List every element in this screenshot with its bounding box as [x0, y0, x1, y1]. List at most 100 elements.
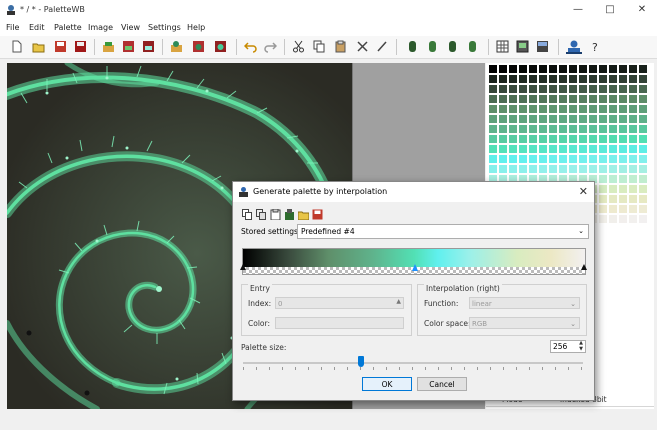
- palette-swatch[interactable]: [529, 155, 537, 163]
- palette-swatch[interactable]: [539, 145, 547, 153]
- palette-swatch[interactable]: [499, 125, 507, 133]
- palette-swatch[interactable]: [639, 115, 647, 123]
- palette-swatch[interactable]: [599, 165, 607, 173]
- palette-swatch[interactable]: [619, 95, 627, 103]
- palette-swatch[interactable]: [629, 215, 637, 223]
- palette-swatch[interactable]: [549, 145, 557, 153]
- palette-swatch[interactable]: [599, 105, 607, 113]
- palette-swatch[interactable]: [489, 115, 497, 123]
- palette-swatch[interactable]: [589, 135, 597, 143]
- palette-swatch[interactable]: [559, 65, 567, 73]
- open-icon[interactable]: [32, 40, 45, 53]
- paste-icon[interactable]: [334, 40, 347, 53]
- palette-swatch[interactable]: [609, 205, 617, 213]
- palette-swatch[interactable]: [589, 105, 597, 113]
- palette-swatch[interactable]: [589, 145, 597, 153]
- save-as-icon[interactable]: [74, 40, 87, 53]
- palette-swatch[interactable]: [509, 65, 517, 73]
- palette-swatch[interactable]: [579, 105, 587, 113]
- palette-swatch[interactable]: [519, 125, 527, 133]
- palette-swatch[interactable]: [619, 115, 627, 123]
- palette-swatch[interactable]: [529, 115, 537, 123]
- palette-swatch[interactable]: [549, 85, 557, 93]
- palette-swatch[interactable]: [589, 65, 597, 73]
- gradient-key-marker-left[interactable]: [240, 264, 246, 270]
- palette-swatch[interactable]: [559, 165, 567, 173]
- palette-swatch[interactable]: [489, 95, 497, 103]
- menu-edit[interactable]: Edit: [29, 23, 45, 32]
- palette-swatch[interactable]: [549, 115, 557, 123]
- copy-settings-icon[interactable]: [242, 209, 253, 220]
- palette-swatch[interactable]: [589, 115, 597, 123]
- palette-swatch[interactable]: [499, 65, 507, 73]
- index-spinbox[interactable]: 0 ▲: [275, 297, 404, 309]
- palette-swatch[interactable]: [559, 145, 567, 153]
- palette-swatch[interactable]: [519, 75, 527, 83]
- palette-swatch[interactable]: [629, 135, 637, 143]
- palette-swatch[interactable]: [629, 205, 637, 213]
- palette-swatch[interactable]: [559, 95, 567, 103]
- palette-swatch[interactable]: [629, 175, 637, 183]
- palette-swatch[interactable]: [499, 165, 507, 173]
- palette-swatch[interactable]: [609, 195, 617, 203]
- palette-swatch[interactable]: [559, 115, 567, 123]
- palette-size-spinbox[interactable]: 256 ▲ ▼: [550, 340, 586, 353]
- palette-swatch[interactable]: [609, 145, 617, 153]
- palette-swatch[interactable]: [489, 135, 497, 143]
- palette-swatch[interactable]: [549, 165, 557, 173]
- palette-swatch[interactable]: [529, 125, 537, 133]
- copy-settings-2-icon[interactable]: [256, 209, 267, 220]
- palette-swatch[interactable]: [549, 95, 557, 103]
- palette-swatch[interactable]: [619, 155, 627, 163]
- palette-swatch[interactable]: [599, 215, 607, 223]
- palette-swatch[interactable]: [569, 115, 577, 123]
- save-image-icon[interactable]: [192, 40, 205, 53]
- palette-swatch[interactable]: [519, 95, 527, 103]
- palette-swatch[interactable]: [629, 145, 637, 153]
- tool3-icon[interactable]: [446, 40, 459, 53]
- palette-swatch[interactable]: [609, 105, 617, 113]
- palette-swatch[interactable]: [609, 165, 617, 173]
- palette-swatch[interactable]: [539, 155, 547, 163]
- palette-swatch[interactable]: [519, 85, 527, 93]
- palette-swatch[interactable]: [629, 185, 637, 193]
- palette-swatch[interactable]: [619, 65, 627, 73]
- palette-swatch[interactable]: [599, 85, 607, 93]
- palette-swatch[interactable]: [499, 105, 507, 113]
- palette-swatch[interactable]: [609, 185, 617, 193]
- menu-image[interactable]: Image: [88, 23, 113, 32]
- palette-swatch[interactable]: [489, 85, 497, 93]
- palette-swatch[interactable]: [629, 75, 637, 83]
- palette-swatch[interactable]: [599, 135, 607, 143]
- palette-swatch[interactable]: [559, 75, 567, 83]
- palette-swatch[interactable]: [569, 75, 577, 83]
- palette-swatch[interactable]: [629, 125, 637, 133]
- menu-settings[interactable]: Settings: [148, 23, 181, 32]
- palette-swatch[interactable]: [509, 155, 517, 163]
- palette-swatch[interactable]: [489, 105, 497, 113]
- palette-swatch[interactable]: [609, 175, 617, 183]
- palette-swatch[interactable]: [639, 155, 647, 163]
- undo-icon[interactable]: [244, 40, 257, 53]
- palette-swatch[interactable]: [579, 115, 587, 123]
- palette-swatch[interactable]: [579, 95, 587, 103]
- palette-swatch[interactable]: [529, 145, 537, 153]
- palette-swatch[interactable]: [539, 165, 547, 173]
- palette-swatch[interactable]: [519, 145, 527, 153]
- palette-swatch[interactable]: [629, 195, 637, 203]
- palette-swatch[interactable]: [609, 125, 617, 133]
- palette-swatch[interactable]: [579, 135, 587, 143]
- dialog-close-button[interactable]: ✕: [579, 185, 588, 198]
- palette-swatch[interactable]: [599, 175, 607, 183]
- palette-swatch[interactable]: [519, 65, 527, 73]
- paste-settings-icon[interactable]: [270, 209, 281, 220]
- palette-swatch[interactable]: [589, 125, 597, 133]
- palette-swatch[interactable]: [569, 85, 577, 93]
- palette-swatch[interactable]: [619, 75, 627, 83]
- palette-swatch[interactable]: [519, 155, 527, 163]
- palette-swatch[interactable]: [489, 125, 497, 133]
- palette-swatch[interactable]: [619, 205, 627, 213]
- palette-swatch[interactable]: [519, 135, 527, 143]
- palette-swatch[interactable]: [589, 95, 597, 103]
- palette-swatch[interactable]: [519, 165, 527, 173]
